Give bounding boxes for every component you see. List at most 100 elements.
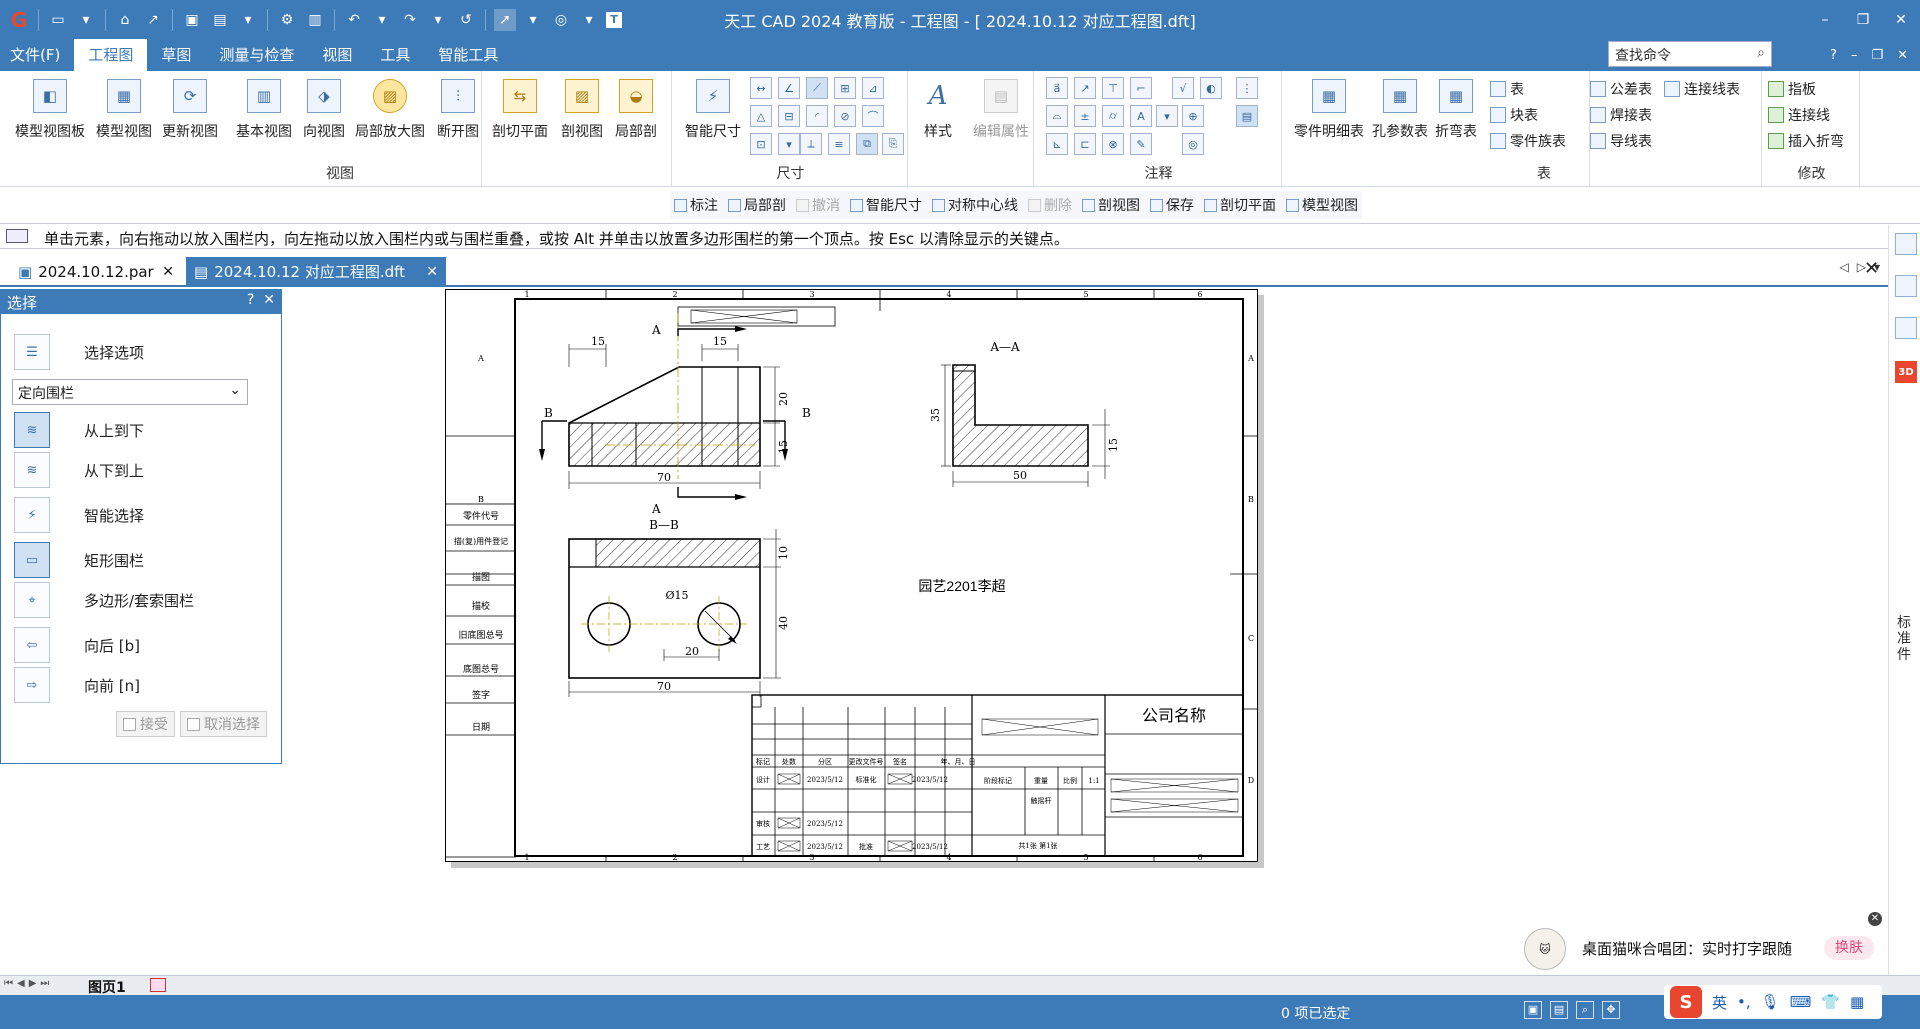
close-tab-icon[interactable]: ✕ xyxy=(162,264,174,280)
drawing-sheet[interactable]: 1 2 3 4 5 6 1 2 3 4 5 6 A B A B C D 零件代号… xyxy=(445,289,1258,862)
library-icon[interactable] xyxy=(1895,233,1917,255)
toolbox-icon[interactable]: ▦ xyxy=(1850,993,1864,1011)
distance-between-icon[interactable]: ↔ xyxy=(750,77,772,99)
language-toggle[interactable]: 英 xyxy=(1712,992,1727,1013)
quick-save-button[interactable]: 保存 xyxy=(1146,195,1198,215)
menu-view[interactable]: 视图 xyxy=(308,39,366,71)
quick-cutting-plane-button[interactable]: 剖切平面 xyxy=(1200,195,1280,215)
connector-icon[interactable]: ⌐ xyxy=(1130,77,1152,99)
quick-broken-section-button[interactable]: 局部剖 xyxy=(724,195,790,215)
punctuation-toggle[interactable]: •, xyxy=(1737,993,1751,1011)
menu-drawing[interactable]: 工程图 xyxy=(74,39,148,71)
arc-length-icon[interactable]: ⌒ xyxy=(862,105,884,127)
tab-part-file[interactable]: ▣ 2024.10.12.par ✕ xyxy=(10,257,182,286)
ribbon-restore-button[interactable]: ❐ xyxy=(1871,48,1883,63)
redo-icon[interactable]: ↷ xyxy=(399,9,421,31)
close-notification-icon[interactable]: ✕ xyxy=(1868,912,1882,926)
bend-table-button[interactable]: ▦ 折弯表 xyxy=(1430,79,1482,141)
connector-table-button[interactable]: 连接线表 xyxy=(1664,79,1740,99)
background-sheet-icon[interactable] xyxy=(150,978,166,992)
zoom-area-icon[interactable]: ▤ xyxy=(1550,1001,1568,1019)
menu-file[interactable]: 文件(F) xyxy=(0,39,74,71)
polygon-lasso-fence-button[interactable]: ⌖ 多边形/套索围栏 xyxy=(14,582,194,618)
center-line-icon[interactable]: ⋮ xyxy=(1236,77,1258,99)
angle-dimension-icon[interactable]: ∠ xyxy=(778,77,800,99)
balloon-icon[interactable]: ⊤ xyxy=(1102,77,1124,99)
broken-view-button[interactable]: ⫶ 断开图 xyxy=(426,79,490,141)
ribbon-close-button[interactable]: ✕ xyxy=(1897,48,1908,63)
new-file-icon[interactable]: ▭ xyxy=(47,9,69,31)
symmetric-dimension-icon[interactable]: ⊟ xyxy=(778,105,800,127)
close-button[interactable]: ✕ xyxy=(1882,0,1920,39)
leader-icon[interactable]: ↗ xyxy=(1074,77,1096,99)
view-icon[interactable]: ◎ xyxy=(550,9,572,31)
base-view-button[interactable]: ▥ 基本视图 xyxy=(232,79,296,141)
menu-tools[interactable]: 工具 xyxy=(366,39,424,71)
style-button[interactable]: A 样式 xyxy=(910,79,966,141)
revert-icon[interactable]: ↺ xyxy=(455,9,477,31)
callout-icon[interactable]: a⃗ xyxy=(1046,77,1068,99)
text-dropdown-icon[interactable]: ▾ xyxy=(1156,105,1178,127)
select-dropdown-icon[interactable]: ▾ xyxy=(522,9,544,31)
sogou-logo-icon[interactable]: S xyxy=(1670,986,1702,1018)
top-to-bottom-button[interactable]: ≋ 从上到下 xyxy=(14,412,144,448)
dimension-dropdown-icon[interactable]: ▾ xyxy=(778,133,800,155)
prev-sheet-icon[interactable]: ◀ xyxy=(17,978,25,989)
copy-dimension-icon[interactable]: ⎘ xyxy=(882,133,904,155)
parts-list-button[interactable]: ▦ 零件明细表 xyxy=(1288,79,1370,141)
smart-dimension-button[interactable]: ⚡ 智能尺寸 xyxy=(678,79,748,141)
text-box-icon[interactable]: A xyxy=(1130,105,1152,127)
ribbon-minimize-button[interactable]: – xyxy=(1851,48,1858,63)
tab-drawing-file[interactable]: ▤ 2024.10.12 对应工程图.dft ✕ xyxy=(186,257,446,286)
fence-mode-select[interactable]: 定向围栏 ⌄ xyxy=(12,379,248,405)
skin-icon[interactable]: 👕 xyxy=(1821,993,1840,1011)
redo-dropdown-icon[interactable]: ▾ xyxy=(427,9,449,31)
datum-frame-icon[interactable]: ⊏ xyxy=(1074,133,1096,155)
cutting-plane-button[interactable]: ⇆ 剖切平面 xyxy=(488,79,552,141)
3d-parts-icon[interactable]: 3D xyxy=(1895,361,1917,383)
surface-texture-icon[interactable]: √ xyxy=(1172,77,1194,99)
finger-button[interactable]: 指板 xyxy=(1768,79,1816,99)
update-view-button[interactable]: ⟳ 更新视图 xyxy=(158,79,222,141)
save-dropdown-icon[interactable]: ▾ xyxy=(237,9,259,31)
keyboard-icon[interactable] xyxy=(6,229,28,243)
skin-change-button[interactable]: 换肤 xyxy=(1824,936,1874,960)
minimize-button[interactable]: – xyxy=(1806,0,1844,39)
bolt-hole-circle-icon[interactable]: ◎ xyxy=(1182,133,1204,155)
angle-between-icon[interactable]: △ xyxy=(750,105,772,127)
settings-icon[interactable]: ⚙ xyxy=(276,9,298,31)
keyboard-icon[interactable]: ⌨ xyxy=(1790,993,1812,1011)
print-icon[interactable]: ▥ xyxy=(304,9,326,31)
restore-button[interactable]: ❐ xyxy=(1844,0,1882,39)
datum-icon[interactable]: ± xyxy=(1074,105,1096,127)
chain-dimension-icon[interactable]: ⧉ xyxy=(856,133,878,155)
weld-table-button[interactable]: 焊接表 xyxy=(1590,105,1652,125)
detail-view-button[interactable]: ▨ 局部放大图 xyxy=(352,79,428,141)
center-mark-icon[interactable]: ◐ xyxy=(1200,77,1222,99)
linear-dimension-icon[interactable]: ⟋ xyxy=(806,77,828,99)
stack-dimension-icon[interactable]: ≡ xyxy=(828,133,850,155)
smart-select-button[interactable]: ⚡ 智能选择 xyxy=(14,497,144,533)
tab-prev-icon[interactable]: ◁ xyxy=(1840,260,1849,274)
quick-annotate-button[interactable]: 标注 xyxy=(670,195,722,215)
select-options-button[interactable]: ☰ 选择选项 xyxy=(14,334,144,370)
auxiliary-view-button[interactable]: ⬗ 向视图 xyxy=(292,79,356,141)
close-all-tabs-icon[interactable]: ✕ xyxy=(1864,258,1879,279)
app-logo-icon[interactable]: G xyxy=(8,8,30,32)
customize-icon[interactable]: ▾ xyxy=(578,9,600,31)
save-icon[interactable]: ▣ xyxy=(181,9,203,31)
hatch-icon[interactable]: ▤ xyxy=(1236,105,1258,127)
layers-icon[interactable] xyxy=(1895,275,1917,297)
back-button[interactable]: ⇦ 向后 [b] xyxy=(14,627,140,663)
menu-smart-tools[interactable]: 智能工具 xyxy=(424,39,512,71)
insert-bend-button[interactable]: 插入折弯 xyxy=(1768,131,1844,151)
block-label-icon[interactable]: ⊕ xyxy=(1182,105,1204,127)
connect-line-button[interactable]: 连接线 xyxy=(1768,105,1830,125)
align-dimension-icon[interactable]: ⟂ xyxy=(800,133,822,155)
quick-symmetric-centerline-button[interactable]: 对称中心线 xyxy=(928,195,1022,215)
edge-condition-icon[interactable]: ⊾ xyxy=(1046,133,1068,155)
select-tool-icon[interactable]: ➚ xyxy=(494,8,516,31)
edge-painter-icon[interactable]: ✎ xyxy=(1130,133,1152,155)
help-icon[interactable]: ? xyxy=(247,292,254,308)
open-file-icon[interactable]: ⌂ xyxy=(114,9,136,31)
